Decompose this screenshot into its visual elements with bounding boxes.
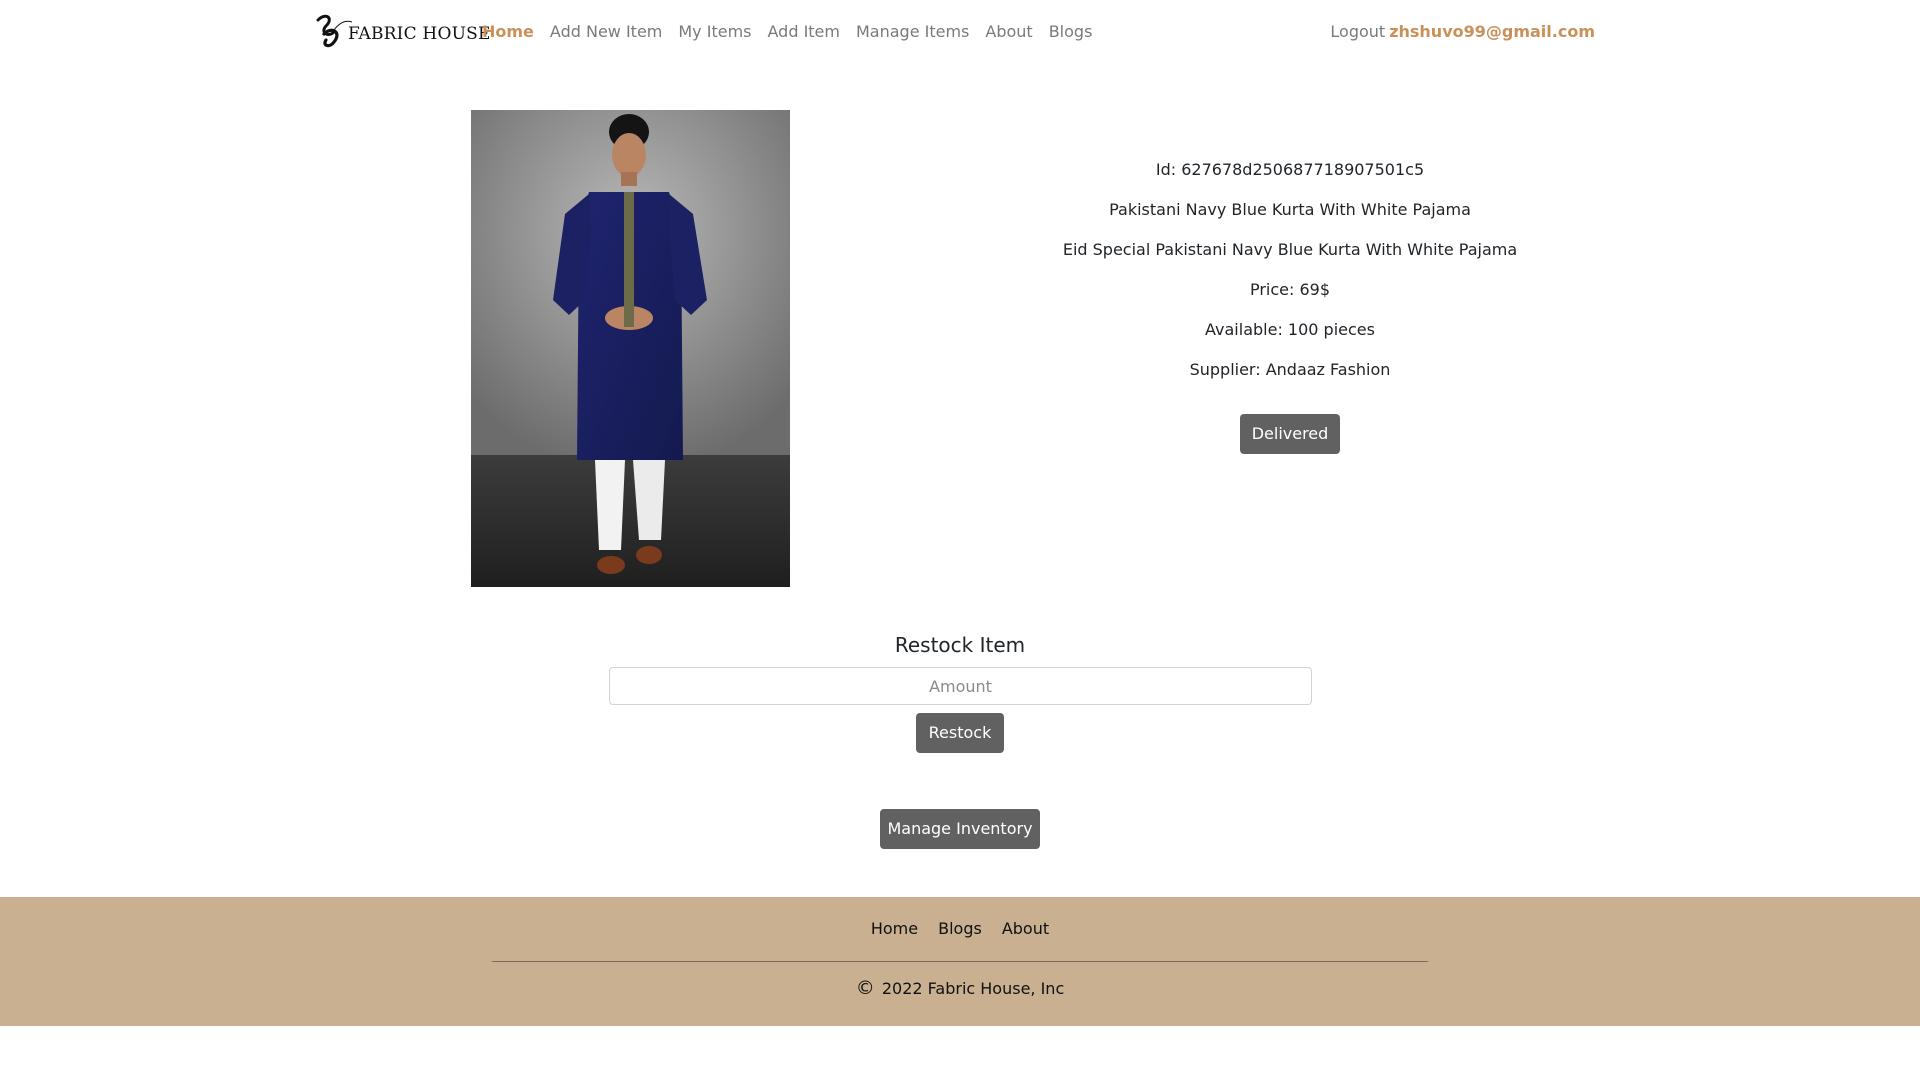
copyright: © 2022 Fabric House, Inc xyxy=(0,977,1920,999)
product-price: Price: 69$ xyxy=(1249,280,1331,299)
delivered-button[interactable]: Delivered xyxy=(1240,414,1340,454)
brand-logo-icon xyxy=(316,14,352,48)
product-name: Pakistani Navy Blue Kurta With White Paj… xyxy=(1109,200,1471,219)
logout-link[interactable]: Logout xyxy=(1330,22,1385,41)
footer-link-about[interactable]: About xyxy=(1002,919,1049,938)
brand-name: FABRIC HOUSE xyxy=(348,24,491,44)
brand-logo[interactable]: FABRIC HOUSE xyxy=(312,10,491,52)
product-description: Eid Special Pakistani Navy Blue Kurta Wi… xyxy=(1062,240,1518,259)
user-area: Logout zhshuvo99@gmail.com xyxy=(1330,0,1595,62)
product-photo-icon xyxy=(471,110,790,587)
main-nav: Home Add New Item My Items Add Item Mana… xyxy=(482,0,1108,62)
footer-nav: Home Blogs About xyxy=(0,919,1920,938)
footer-divider xyxy=(492,961,1428,962)
product-details: Id: 627678d250687718907501c5 Pakistani N… xyxy=(1000,150,1580,390)
amount-input[interactable] xyxy=(609,667,1312,705)
product-supplier: Supplier: Andaaz Fashion xyxy=(1189,360,1391,379)
nav-blogs[interactable]: Blogs xyxy=(1049,22,1093,41)
footer-link-home[interactable]: Home xyxy=(871,919,918,938)
copyright-text: 2022 Fabric House, Inc xyxy=(881,979,1065,998)
footer-link-blogs[interactable]: Blogs xyxy=(938,919,982,938)
product-available: Available: 100 pieces xyxy=(1205,320,1375,339)
nav-my-items[interactable]: My Items xyxy=(678,22,751,41)
product-image xyxy=(471,110,790,587)
nav-manage-items[interactable]: Manage Items xyxy=(856,22,969,41)
top-navbar: FABRIC HOUSE Home Add New Item My Items … xyxy=(0,0,1920,62)
product-id: Id: 627678d250687718907501c5 xyxy=(1155,160,1425,179)
nav-about[interactable]: About xyxy=(985,22,1032,41)
nav-add-item[interactable]: Add Item xyxy=(768,22,840,41)
user-email: zhshuvo99@gmail.com xyxy=(1389,21,1595,41)
nav-add-new-item[interactable]: Add New Item xyxy=(550,22,662,41)
restock-title: Restock Item xyxy=(894,633,1026,657)
footer: Home Blogs About © 2022 Fabric House, In… xyxy=(0,897,1920,1026)
restock-button[interactable]: Restock xyxy=(916,713,1004,753)
manage-inventory-button[interactable]: Manage Inventory xyxy=(880,809,1040,849)
copyright-icon: © xyxy=(855,977,875,999)
nav-home[interactable]: Home xyxy=(482,22,534,41)
